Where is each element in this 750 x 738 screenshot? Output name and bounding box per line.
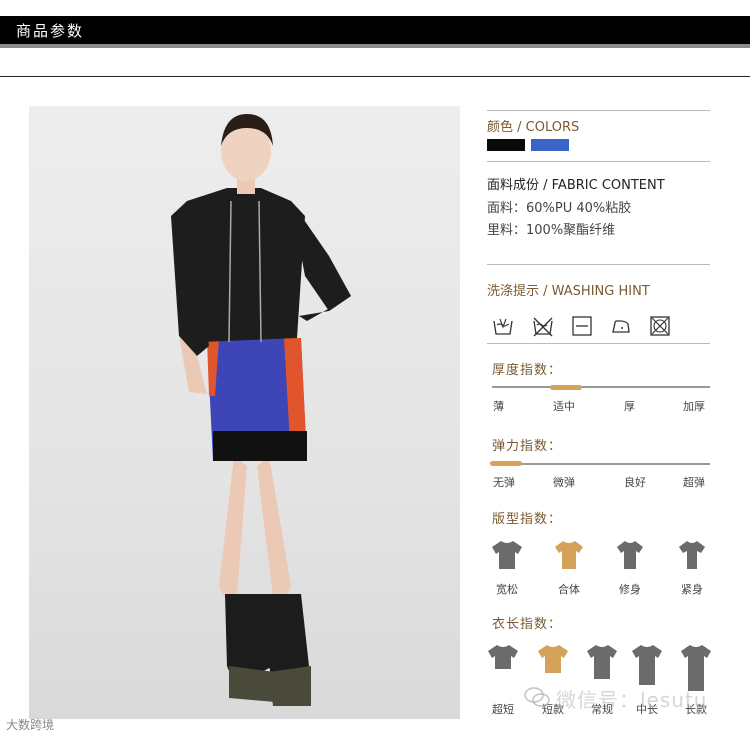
watermark-wechat: 微信号：lesutu	[556, 688, 708, 712]
fit-label-2: 合体	[558, 583, 580, 596]
fabric-title: 面料成份 / FABRIC CONTENT	[487, 178, 665, 193]
length-title: 衣长指数：	[492, 617, 563, 632]
shirt-icon-regular-length	[587, 645, 617, 679]
no-wash-icon	[533, 317, 553, 337]
header-bar	[0, 16, 750, 47]
thickness-title: 厚度指数：	[492, 363, 563, 378]
thickness-label-3: 厚	[624, 400, 635, 413]
fabric-lining: 里料：100%聚酯纤维	[487, 223, 616, 238]
shirt-icon-slim	[617, 541, 643, 569]
no-dry-clean-icon	[650, 316, 670, 336]
elasticity-indicator	[490, 461, 522, 466]
elasticity-label-1: 无弹	[493, 476, 515, 489]
fabric-outer: 面料：60%PU 40%粘胶	[487, 201, 632, 216]
shirt-icon-regular	[555, 541, 583, 569]
elasticity-label-3: 良好	[624, 476, 646, 489]
divider	[487, 264, 710, 265]
length-label-1: 超短	[492, 703, 514, 716]
product-photo	[29, 106, 460, 719]
thickness-label-1: 薄	[493, 400, 504, 413]
low-iron-icon	[612, 320, 630, 333]
shirt-icon-mid-long	[632, 645, 662, 685]
elasticity-title: 弹力指数：	[492, 439, 563, 454]
thickness-label-2: 适中	[553, 400, 575, 413]
hand-wash-icon	[493, 318, 513, 335]
divider	[487, 161, 710, 162]
colors-title: 颜色 / COLORS	[487, 120, 580, 135]
fit-label-1: 宽松	[496, 583, 518, 596]
elasticity-label-4: 超弹	[683, 476, 705, 489]
elasticity-scale	[492, 463, 710, 465]
fit-label-4: 紧身	[681, 583, 703, 596]
page-title: 商品参数	[16, 22, 85, 40]
divider	[0, 76, 750, 77]
thickness-indicator	[550, 385, 582, 390]
header-underline	[0, 44, 750, 48]
color-swatch-black[interactable]	[487, 139, 525, 151]
divider	[487, 343, 710, 344]
no-tumble-dry-icon	[572, 316, 592, 336]
shirt-icon-tight	[679, 541, 705, 569]
divider	[487, 110, 710, 111]
shirt-icon-extra-short	[488, 645, 518, 669]
fit-title: 版型指数：	[492, 512, 563, 527]
model-illustration	[171, 114, 351, 706]
elasticity-label-2: 微弹	[553, 476, 575, 489]
thickness-scale	[492, 386, 710, 388]
shirt-icon-short	[538, 645, 568, 673]
shirt-icon-loose	[492, 541, 522, 569]
fit-label-3: 修身	[619, 583, 641, 596]
thickness-label-4: 加厚	[683, 400, 705, 413]
washing-title: 洗涤提示 / WASHING HINT	[487, 284, 650, 299]
watermark-left: 大数跨境	[6, 718, 55, 732]
color-swatch-blue[interactable]	[531, 139, 569, 151]
wechat-icon	[524, 687, 550, 707]
